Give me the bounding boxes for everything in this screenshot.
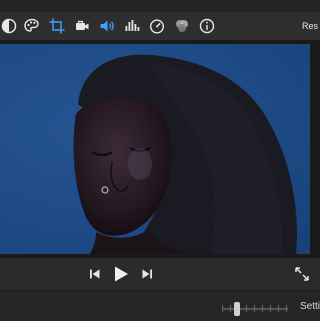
slider-tick xyxy=(262,305,263,312)
crop-icon[interactable] xyxy=(48,17,66,35)
slider-tick xyxy=(230,305,231,312)
play-icon[interactable] xyxy=(112,264,130,284)
stabilization-camera-icon[interactable] xyxy=(73,17,91,35)
skip-forward-icon[interactable] xyxy=(140,267,154,281)
adjustments-toolbar xyxy=(0,12,320,40)
info-icon[interactable] xyxy=(198,17,216,35)
audio-equalizer-icon[interactable] xyxy=(123,17,141,35)
zoom-slider-knob[interactable] xyxy=(234,302,240,316)
settings-button[interactable]: Setti xyxy=(300,301,320,312)
video-frame xyxy=(0,44,310,254)
slider-tick xyxy=(270,305,271,312)
speed-gauge-icon[interactable] xyxy=(148,17,166,35)
fullscreen-icon[interactable] xyxy=(294,266,310,282)
skip-back-icon[interactable] xyxy=(88,267,102,281)
slider-tick xyxy=(286,305,287,312)
slider-tick xyxy=(278,305,279,312)
volume-icon[interactable] xyxy=(98,17,116,35)
slider-tick xyxy=(222,305,223,312)
playback-controls xyxy=(0,258,320,290)
color-balance-icon[interactable] xyxy=(0,17,18,35)
zoom-slider[interactable] xyxy=(222,302,288,316)
color-palette-icon[interactable] xyxy=(23,17,41,35)
slider-tick xyxy=(254,305,255,312)
slider-tick xyxy=(246,305,247,312)
clip-filter-icon[interactable] xyxy=(173,17,191,35)
video-viewer xyxy=(0,40,320,258)
reset-button[interactable]: Res xyxy=(302,21,318,31)
bottom-bar: Setti xyxy=(0,290,320,321)
